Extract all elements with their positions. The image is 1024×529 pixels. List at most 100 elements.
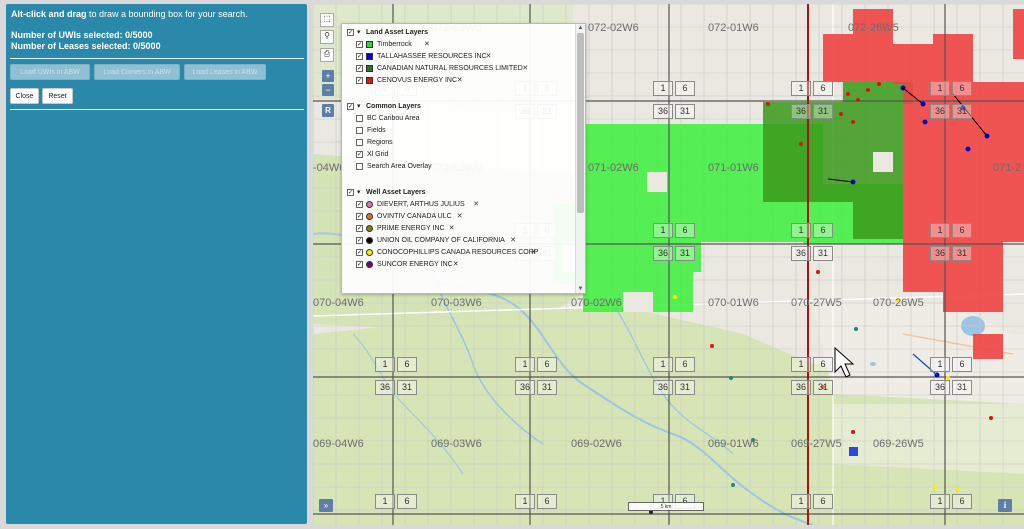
township-label: 071-2 [993, 162, 1022, 174]
divider [10, 109, 304, 110]
remove-layer-icon[interactable]: ✕ [486, 51, 492, 63]
section-number: 6 [675, 357, 695, 372]
layer-checkbox[interactable] [356, 77, 363, 84]
layer-checkbox[interactable] [356, 213, 363, 220]
layer-swatch-icon [366, 53, 373, 60]
section-number: 1 [791, 223, 811, 238]
zoom-out-button[interactable]: − [322, 84, 334, 96]
group-checkbox[interactable] [347, 103, 354, 110]
layer-scrollbar[interactable]: ▲ ▼ [575, 24, 585, 293]
scale-bar: 5 km [628, 502, 704, 511]
layer-label: DIEVERT, ARTHUS JULIUS [377, 201, 465, 208]
layer-label: Search Area Overlay [367, 163, 432, 170]
section-number: 6 [952, 357, 972, 372]
layer-label: SUNCOR ENERGY INC [377, 261, 453, 268]
layer-checkbox[interactable] [356, 163, 363, 170]
section-number: 1 [375, 357, 395, 372]
print-icon[interactable]: ⎙ [320, 48, 334, 62]
layer-checkbox[interactable] [356, 139, 363, 146]
remove-layer-icon[interactable]: ✕ [457, 211, 463, 223]
section-number: 1 [791, 357, 811, 372]
remove-layer-icon[interactable]: ✕ [453, 259, 459, 271]
load-uwis-button[interactable]: Load UWIs in ABW [10, 64, 90, 80]
zoom-in-button[interactable]: + [322, 70, 334, 82]
expand-panel-button[interactable]: » [319, 499, 333, 512]
group-checkbox[interactable] [347, 189, 354, 196]
section-number: 31 [397, 380, 417, 395]
section-number: 1 [930, 81, 950, 96]
layer-checkbox[interactable] [356, 249, 363, 256]
leases-selected-count: Number of Leases selected: 0/5000 [11, 41, 161, 51]
collapse-arrow-icon[interactable]: ▾ [357, 187, 361, 199]
layer-label: CENOVUS ENERGY INC [377, 77, 457, 84]
terrain-patch [833, 404, 1024, 474]
section-number: 1 [653, 81, 673, 96]
section-number: 6 [537, 494, 557, 509]
layer-checkbox[interactable] [356, 115, 363, 122]
close-button[interactable]: Close [10, 88, 39, 104]
info-button[interactable]: i [998, 499, 1012, 512]
section-number: 31 [675, 104, 695, 119]
layer-checkbox[interactable] [356, 261, 363, 268]
layer-panel[interactable]: ▲ ▼ ▾Land Asset LayersTimberrock✕TALLAHA… [341, 23, 586, 294]
township-label: 069-04W6 [313, 438, 364, 450]
township-label: 070-02W6 [571, 297, 622, 309]
layer-checkbox[interactable] [356, 127, 363, 134]
remove-layer-icon[interactable]: ✕ [424, 39, 430, 51]
collapse-arrow-icon[interactable]: ▾ [357, 27, 361, 39]
layer-label: Xl Grid [367, 151, 389, 158]
layer-checkbox[interactable] [356, 151, 363, 158]
select-tool-icon[interactable]: ⬚ [320, 13, 334, 27]
section-number: 6 [397, 357, 417, 372]
layer-label: UNION OIL COMPANY OF CALIFORNIA [377, 237, 505, 244]
section-number: 6 [813, 494, 833, 509]
remove-layer-icon[interactable]: ✕ [449, 223, 455, 235]
remove-layer-icon[interactable]: ✕ [473, 199, 479, 211]
layer-label: PRIME ENERGY INC [377, 225, 445, 232]
township-label: 069-03W6 [431, 438, 482, 450]
group-checkbox[interactable] [347, 29, 354, 36]
group-title: Well Asset Layers [366, 189, 426, 196]
remove-layer-icon[interactable]: ✕ [457, 75, 463, 87]
scroll-up-arrow[interactable]: ▲ [577, 24, 584, 32]
layer-checkbox[interactable] [356, 237, 363, 244]
layer-checkbox[interactable] [356, 41, 363, 48]
layer-checkbox[interactable] [356, 225, 363, 232]
layer-label: OVINTIV CANADA ULC [377, 213, 452, 220]
layer-checkbox[interactable] [356, 201, 363, 208]
reset-button[interactable]: Reset [42, 88, 73, 104]
layer-checkbox[interactable] [356, 65, 363, 72]
location-pin-icon[interactable]: ⚲ [320, 30, 334, 44]
section-number: 6 [952, 223, 972, 238]
load-leases-button[interactable]: Load Leases in ABW [184, 64, 266, 80]
section-number: 36 [930, 380, 950, 395]
township-label: 071-01W6 [708, 162, 759, 174]
remove-layer-icon[interactable]: ✕ [510, 235, 516, 247]
remove-layer-icon[interactable]: ✕ [522, 63, 528, 75]
collapse-arrow-icon[interactable]: ▾ [357, 101, 361, 113]
search-instructions: Alt-click and drag to draw a bounding bo… [11, 9, 306, 20]
section-number: 31 [813, 380, 833, 395]
section-number: 36 [653, 104, 673, 119]
group-title: Common Layers [366, 103, 421, 110]
township-label: 071-02W6 [588, 162, 639, 174]
load-corners-button[interactable]: Load Corners in ABW [94, 64, 180, 80]
township-label: 069-02W6 [571, 438, 622, 450]
scroll-down-arrow[interactable]: ▼ [577, 285, 584, 293]
township-label: 070-26W5 [873, 297, 924, 309]
section-number: 6 [397, 494, 417, 509]
reset-view-button[interactable]: R [322, 104, 334, 117]
scroll-thumb[interactable] [577, 33, 584, 213]
layer-checkbox[interactable] [356, 53, 363, 60]
layer-label: CANADIAN NATURAL RESOURCES LIMITED [377, 65, 523, 72]
remove-layer-icon[interactable]: ✕ [531, 247, 537, 259]
instructions-bold: Alt-click and drag [11, 9, 87, 19]
township-label: 070-03W6 [431, 297, 482, 309]
layer-swatch-icon [366, 225, 373, 232]
section-number: 31 [813, 246, 833, 261]
section-number: 1 [930, 223, 950, 238]
layer-label: CONOCOPHILLIPS CANADA RESOURCES CORP [377, 249, 539, 256]
section-number: 31 [952, 104, 972, 119]
layer-swatch-icon [366, 249, 373, 256]
layer-label: Fields [367, 127, 386, 134]
